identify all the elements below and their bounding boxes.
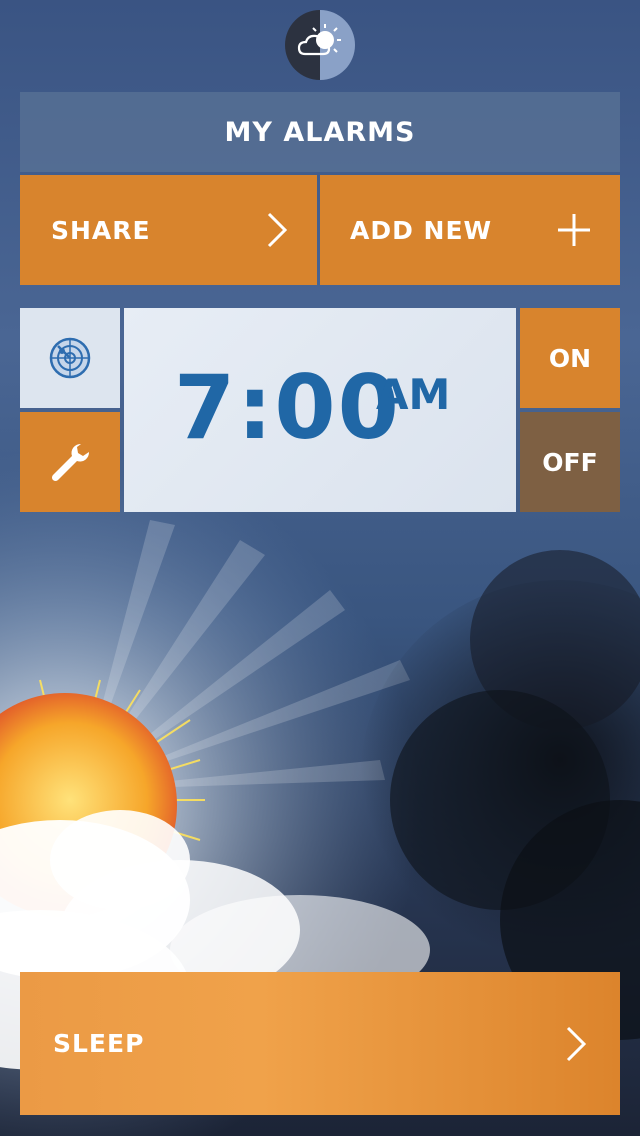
page-title-bar: MY ALARMS — [20, 92, 620, 172]
wrench-icon — [51, 443, 90, 482]
alarm-off-button[interactable]: OFF — [520, 412, 620, 512]
radar-button[interactable] — [20, 308, 120, 408]
add-alarm-button[interactable]: ADD NEW — [320, 175, 620, 285]
plus-icon — [558, 214, 590, 246]
alarm-time-display[interactable]: 7:00 AM — [124, 308, 516, 512]
alarm-on-label: ON — [548, 343, 592, 373]
alarm-settings-button[interactable] — [20, 412, 120, 512]
sleep-button[interactable]: SLEEP — [20, 972, 620, 1115]
alarm-on-button[interactable]: ON — [520, 308, 620, 408]
alarm-off-label: OFF — [542, 447, 598, 477]
partly-cloudy-icon — [297, 24, 341, 56]
chevron-right-icon — [267, 212, 288, 248]
chevron-right-icon — [566, 1026, 587, 1061]
share-button[interactable]: SHARE — [20, 175, 317, 285]
sleep-label: SLEEP — [53, 1029, 145, 1058]
weather-icon[interactable] — [285, 10, 355, 80]
share-label: SHARE — [51, 215, 151, 245]
add-new-label: ADD NEW — [350, 215, 493, 245]
page-title: MY ALARMS — [224, 116, 416, 148]
alarm-period: AM — [376, 370, 451, 419]
radar-icon — [49, 337, 91, 379]
alarm-time: 7:00 — [174, 356, 401, 459]
